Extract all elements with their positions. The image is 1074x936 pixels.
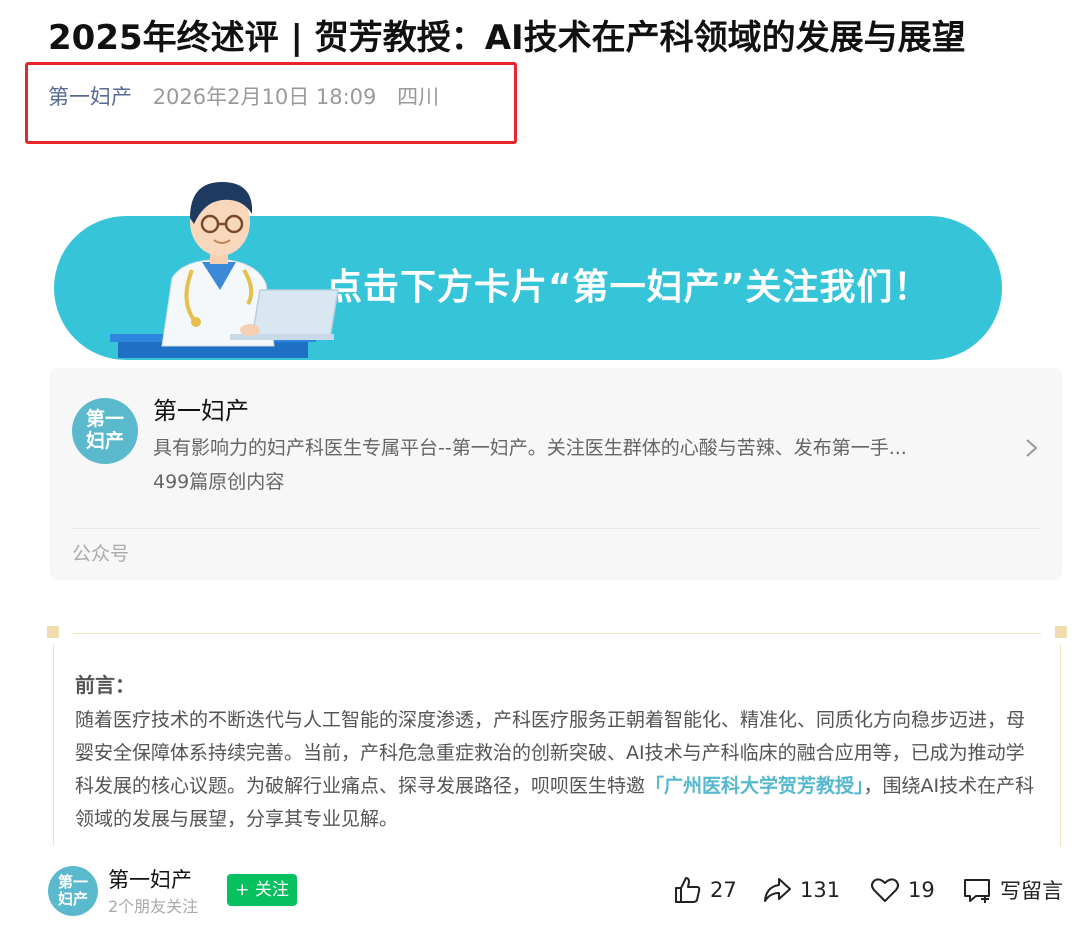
annotation-highlight-box <box>25 62 517 144</box>
banner-text: 点击下方卡片“第一妇产”关注我们！ <box>326 267 931 308</box>
avatar-text-line2: 妇产 <box>57 890 88 908</box>
preface-highlight: 「广州医科大学贺芳教授」 <box>645 775 864 797</box>
share-icon <box>764 878 791 902</box>
thumb-up-icon <box>675 877 701 903</box>
avatar-text-line1: 第一 <box>85 408 124 430</box>
follow-button[interactable]: + 关注 <box>227 874 297 906</box>
avatar-text-line2: 妇产 <box>85 430 124 452</box>
frame-corner-square <box>1055 626 1067 638</box>
frame-left-line <box>53 644 54 846</box>
bottom-action-bar: 第一 妇产 第一妇产 2个朋友关注 + 关注 27 131 19 写留言 <box>0 848 1074 936</box>
original-count: 499篇原创内容 <box>153 471 285 493</box>
follow-banner: 点击下方卡片“第一妇产”关注我们！ <box>54 170 1002 360</box>
account-description: 具有影响力的妇产科医生专属平台--第一妇产。关注医生群体的心酸与苦辣、发布第一手… <box>153 437 907 459</box>
frame-top-line <box>73 633 1041 634</box>
account-card[interactable]: 第一 妇产 第一妇产 具有影响力的妇产科医生专属平台--第一妇产。关注医生群体的… <box>50 368 1062 580</box>
account-type-label: 公众号 <box>72 543 130 565</box>
frame-corner-square <box>47 626 59 638</box>
comment-button[interactable]: 写留言 <box>962 874 1063 906</box>
account-avatar: 第一 妇产 <box>72 398 138 464</box>
preface-body: 随着医疗技术的不断迭代与人工智能的深度渗透，产科医疗服务正朝着智能化、精准化、同… <box>75 704 1037 836</box>
heart-icon <box>871 878 899 902</box>
like-button[interactable]: 27 <box>672 874 737 906</box>
doctor-illustration <box>110 182 339 358</box>
card-divider <box>72 528 1040 529</box>
like-count: 27 <box>710 878 737 902</box>
friends-following: 2个朋友关注 <box>108 897 199 916</box>
favorite-button[interactable]: 19 <box>870 874 935 906</box>
bottom-account-avatar[interactable]: 第一 妇产 <box>48 866 98 916</box>
share-count: 131 <box>800 878 841 902</box>
bottom-account-name[interactable]: 第一妇产 <box>108 866 192 894</box>
article-title: 2025年终述评 | 贺芳教授：AI技术在产科领域的发展与展望 <box>48 18 966 58</box>
favorite-count: 19 <box>908 878 935 902</box>
share-button[interactable]: 131 <box>762 874 840 906</box>
comment-label: 写留言 <box>1000 879 1063 903</box>
avatar-text-line1: 第一 <box>57 873 88 891</box>
account-name: 第一妇产 <box>153 397 249 425</box>
preface-label: 前言： <box>75 673 135 697</box>
chevron-right-icon <box>1026 439 1038 457</box>
frame-right-line <box>1060 644 1061 846</box>
comment-icon <box>964 879 990 903</box>
